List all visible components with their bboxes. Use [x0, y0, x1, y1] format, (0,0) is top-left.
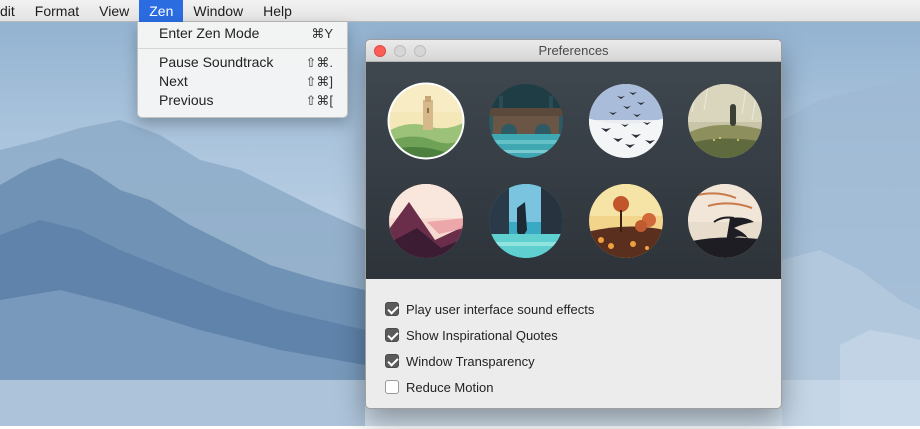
reduce-motion-checkbox[interactable]	[385, 380, 399, 394]
menu-item-next[interactable]: Next ⇧⌘]	[138, 72, 347, 91]
option-label: Play user interface sound effects	[406, 301, 595, 317]
theme-bird-flock[interactable]	[587, 82, 665, 160]
preferences-options: Play user interface sound effects Show I…	[366, 279, 781, 400]
option-window-transparency[interactable]: Window Transparency	[366, 348, 781, 374]
option-label: Reduce Motion	[406, 379, 494, 395]
menu-bar: dit Format View Zen Window Help	[0, 0, 920, 22]
theme-stone-bridge[interactable]	[487, 82, 565, 160]
bird-flock-icon	[589, 84, 663, 158]
window-title: Preferences	[538, 43, 609, 58]
theme-picker	[366, 62, 781, 279]
menu-item-pause-soundtrack[interactable]: Pause Soundtrack ⇧⌘.	[138, 53, 347, 72]
option-inspirational-quotes[interactable]: Show Inspirational Quotes	[366, 322, 781, 348]
menu-item-label: Enter Zen Mode	[159, 25, 260, 41]
menu-edit[interactable]: dit	[0, 0, 25, 22]
window-titlebar[interactable]: Preferences	[366, 40, 781, 62]
menu-item-label: Previous	[159, 92, 214, 108]
rainy-hill-figure-icon	[688, 84, 762, 158]
autumn-tree-icon	[589, 184, 663, 258]
menu-item-previous[interactable]: Previous ⇧⌘[	[138, 91, 347, 110]
menu-item-shortcut: ⇧⌘.	[305, 55, 333, 70]
option-label: Show Inspirational Quotes	[406, 327, 558, 343]
theme-pink-mountain[interactable]	[387, 182, 465, 260]
zen-dropdown-menu: Enter Zen Mode ⌘Y Pause Soundtrack ⇧⌘. N…	[137, 22, 348, 118]
window-transparency-checkbox[interactable]	[385, 354, 399, 368]
menu-view[interactable]: View	[89, 0, 139, 22]
stone-bridge-icon	[489, 84, 563, 158]
menu-item-shortcut: ⇧⌘[	[305, 93, 333, 108]
theme-windswept-tree[interactable]	[686, 182, 764, 260]
menu-item-shortcut: ⌘Y	[311, 26, 333, 41]
waterfall-cliff-icon	[489, 184, 563, 258]
menu-help[interactable]: Help	[253, 0, 302, 22]
menu-item-label: Pause Soundtrack	[159, 54, 274, 70]
ui-sound-effects-checkbox[interactable]	[385, 302, 399, 316]
tower-hills-icon	[387, 82, 465, 160]
menu-separator	[138, 48, 347, 49]
menu-format[interactable]: Format	[25, 0, 89, 22]
menu-item-label: Next	[159, 73, 188, 89]
theme-tower-hills[interactable]	[387, 82, 465, 160]
menu-item-enter-zen-mode[interactable]: Enter Zen Mode ⌘Y	[138, 24, 347, 43]
inspirational-quotes-checkbox[interactable]	[385, 328, 399, 342]
theme-rainy-hill[interactable]	[686, 82, 764, 160]
pink-mountain-icon	[389, 184, 463, 258]
menu-item-shortcut: ⇧⌘]	[305, 74, 333, 89]
theme-autumn-tree[interactable]	[587, 182, 665, 260]
menu-window[interactable]: Window	[183, 0, 253, 22]
preferences-window: Preferences Play user interface sound ef…	[365, 39, 782, 409]
option-reduce-motion[interactable]: Reduce Motion	[366, 374, 781, 400]
option-ui-sound-effects[interactable]: Play user interface sound effects	[366, 296, 781, 322]
option-label: Window Transparency	[406, 353, 535, 369]
theme-waterfall-cliff[interactable]	[487, 182, 565, 260]
windswept-tree-icon	[688, 184, 762, 258]
menu-zen[interactable]: Zen	[139, 0, 184, 22]
